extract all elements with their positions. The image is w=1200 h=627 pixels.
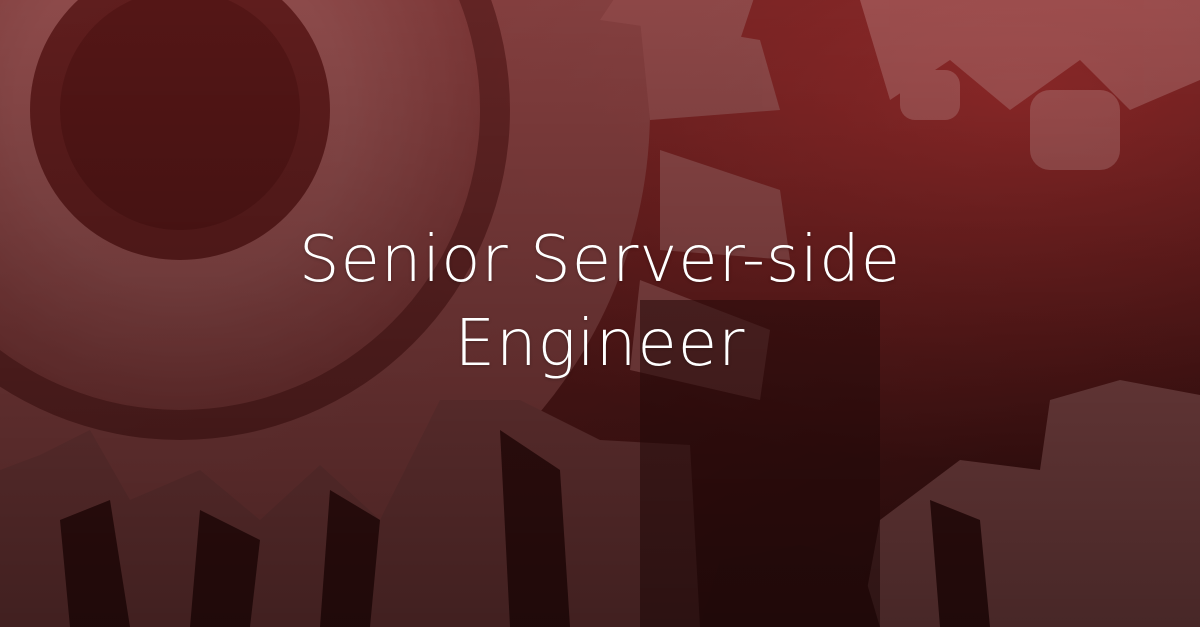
job-banner: Senior Server-side Engineer: [0, 0, 1200, 627]
job-title-heading: Senior Server-side Engineer: [0, 218, 1200, 386]
job-title-line-2: Engineer: [454, 307, 746, 381]
job-title-line-1: Senior Server-side: [298, 223, 902, 297]
